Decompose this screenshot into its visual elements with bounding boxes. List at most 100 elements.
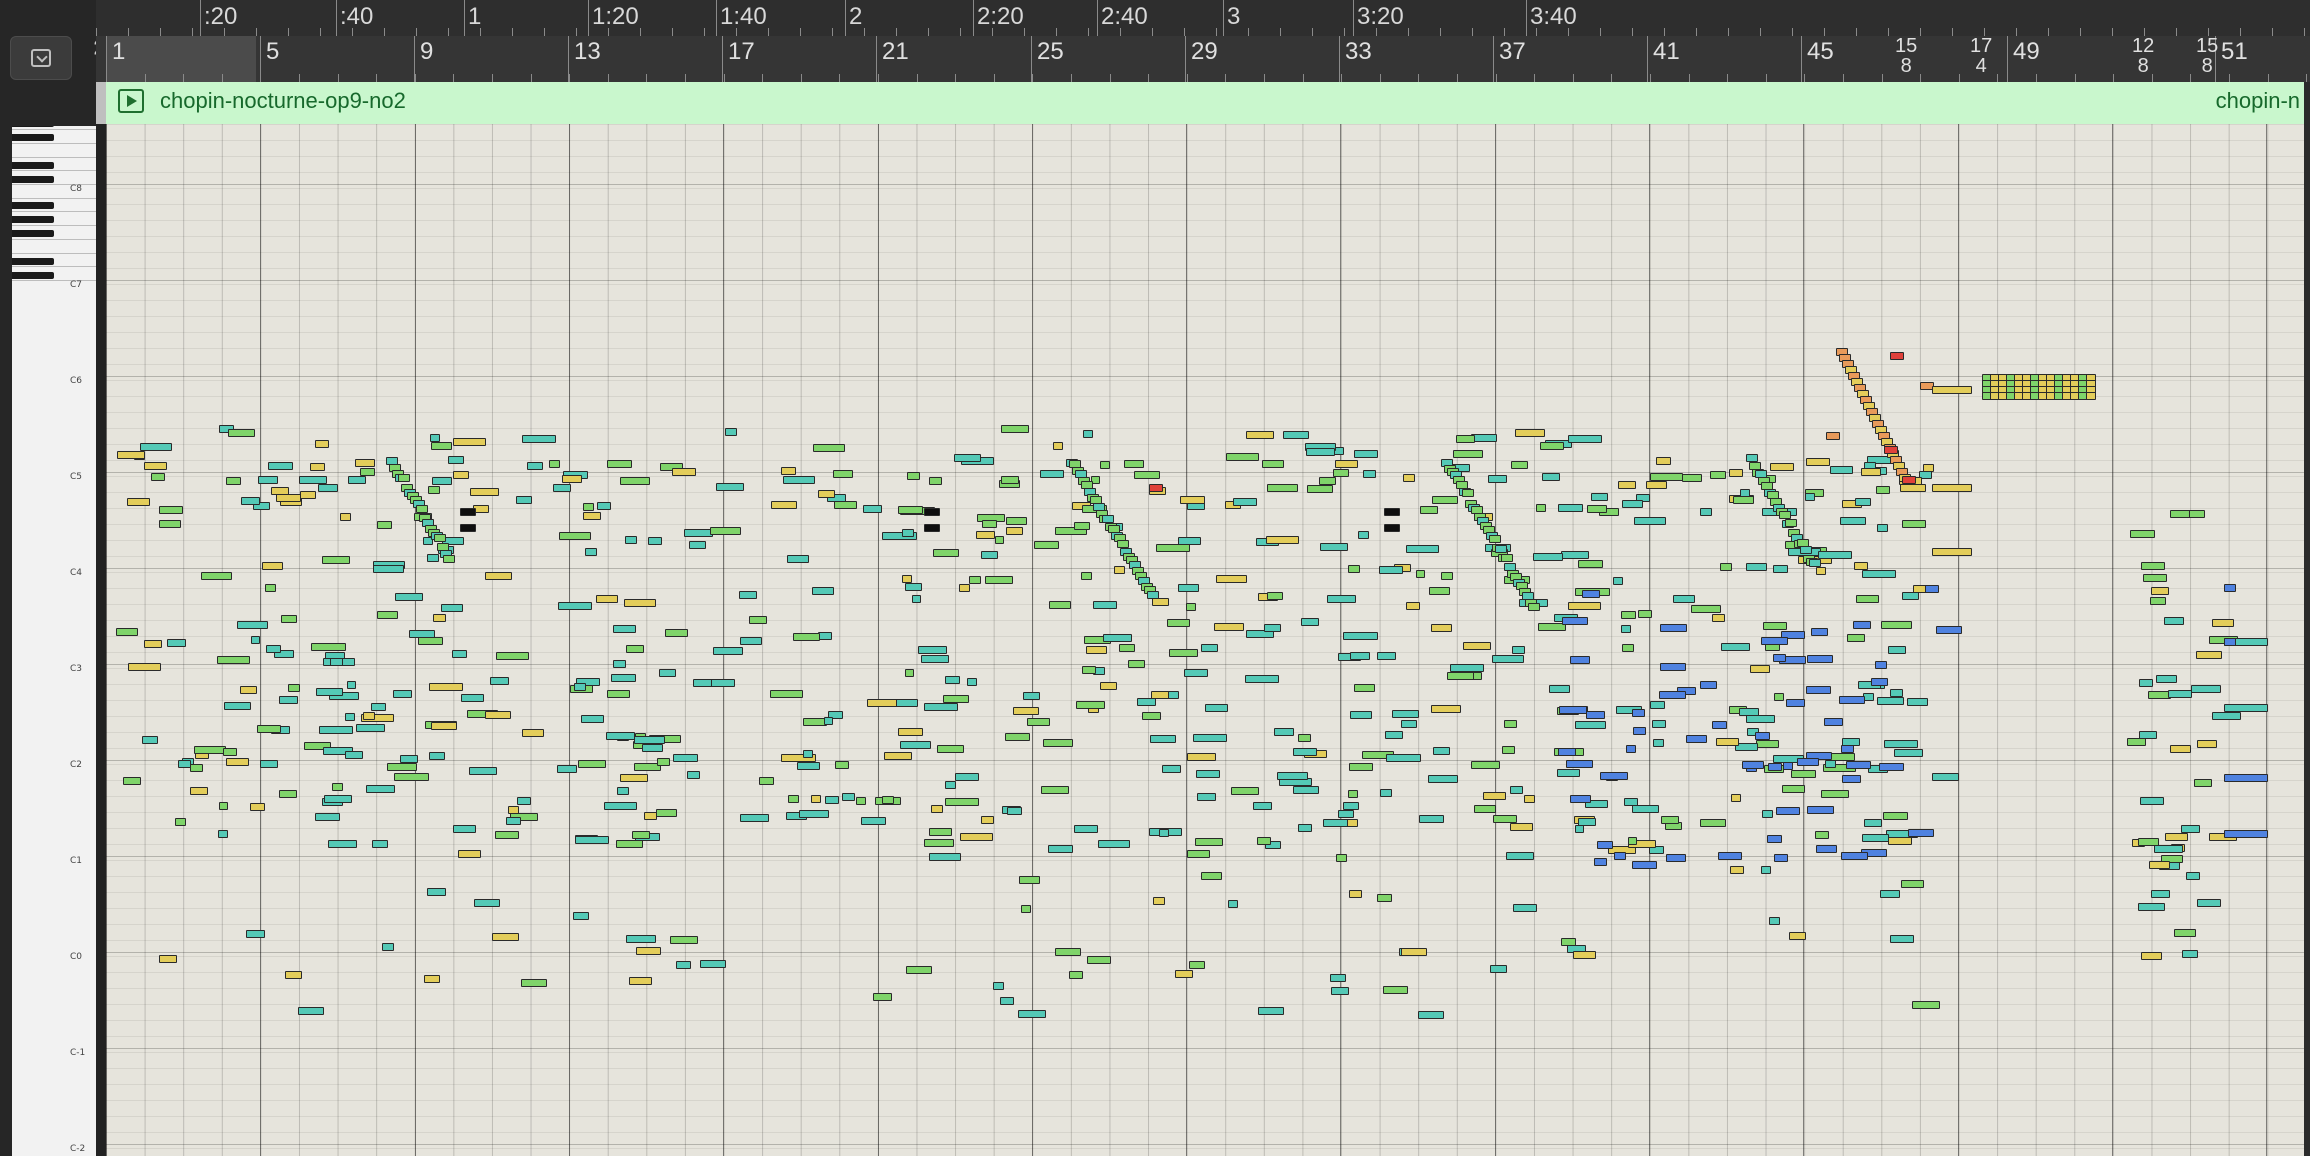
midi-note[interactable]	[1082, 666, 1096, 674]
midi-note[interactable]	[945, 676, 960, 684]
midi-note[interactable]	[1890, 935, 1914, 943]
midi-note[interactable]	[656, 809, 677, 817]
midi-note[interactable]	[1862, 570, 1896, 578]
midi-note[interactable]	[811, 795, 821, 803]
midi-note[interactable]	[740, 637, 762, 645]
midi-note[interactable]	[1768, 763, 1782, 771]
midi-note[interactable]	[1733, 496, 1754, 504]
midi-note[interactable]	[1568, 435, 1602, 443]
midi-note[interactable]	[1350, 711, 1372, 719]
midi-note[interactable]	[1495, 545, 1507, 553]
midi-note[interactable]	[1773, 654, 1786, 662]
midi-note[interactable]	[1650, 701, 1665, 709]
midi-note[interactable]	[1816, 845, 1837, 853]
midi-note[interactable]	[1168, 691, 1179, 699]
midi-note[interactable]	[1512, 646, 1525, 654]
midi-note[interactable]	[328, 840, 357, 848]
midi-note[interactable]	[2164, 617, 2184, 625]
midi-note[interactable]	[687, 771, 700, 779]
midi-note[interactable]	[1739, 708, 1759, 716]
midi-note[interactable]	[1510, 823, 1533, 831]
midi-note[interactable]	[1100, 461, 1110, 469]
midi-note[interactable]	[1540, 442, 1564, 450]
midi-note[interactable]	[1557, 769, 1580, 777]
midi-note[interactable]	[781, 467, 796, 475]
midi-note[interactable]	[433, 614, 446, 622]
midi-note[interactable]	[1377, 652, 1396, 660]
midi-note[interactable]	[710, 527, 741, 535]
midi-note[interactable]	[657, 758, 670, 766]
midi-note[interactable]	[1653, 739, 1664, 747]
midi-note[interactable]	[1718, 852, 1742, 860]
midi-note[interactable]	[1049, 601, 1071, 609]
midi-note[interactable]	[1855, 498, 1871, 506]
midi-note[interactable]	[912, 595, 921, 603]
midi-note[interactable]	[1638, 610, 1652, 618]
midi-note[interactable]	[2224, 584, 2236, 592]
midi-note[interactable]	[1549, 685, 1570, 693]
midi-note[interactable]	[581, 715, 604, 723]
midi-note[interactable]	[228, 429, 255, 437]
midi-note[interactable]	[1710, 471, 1726, 479]
midi-note[interactable]	[1716, 738, 1739, 746]
midi-note[interactable]	[490, 677, 509, 685]
midi-note[interactable]	[1646, 481, 1667, 489]
midi-note[interactable]	[898, 728, 923, 736]
midi-note[interactable]	[1267, 484, 1298, 492]
midi-note[interactable]	[167, 639, 186, 647]
midi-note[interactable]	[1815, 831, 1829, 839]
midi-note[interactable]	[1081, 572, 1092, 580]
midi-note[interactable]	[1385, 731, 1403, 739]
midi-note[interactable]	[485, 711, 511, 719]
black-key[interactable]	[12, 202, 54, 209]
midi-note[interactable]	[2130, 530, 2155, 538]
midi-note[interactable]	[1568, 602, 1601, 610]
midi-note[interactable]	[1053, 442, 1063, 450]
midi-note[interactable]	[1839, 696, 1865, 704]
midi-note[interactable]	[1558, 504, 1583, 512]
midi-note[interactable]	[347, 681, 356, 689]
midi-note[interactable]	[1100, 682, 1117, 690]
midi-note[interactable]	[1333, 469, 1349, 477]
midi-note[interactable]	[575, 836, 609, 844]
midi-note[interactable]	[1006, 527, 1023, 535]
midi-note[interactable]	[2196, 651, 2222, 659]
midi-note[interactable]	[624, 599, 656, 607]
midi-note[interactable]	[460, 524, 476, 532]
midi-note[interactable]	[834, 501, 857, 509]
midi-note[interactable]	[371, 703, 386, 711]
midi-note[interactable]	[1510, 786, 1523, 794]
midi-note[interactable]	[345, 751, 363, 759]
midi-note[interactable]	[2212, 619, 2234, 627]
midi-note[interactable]	[1721, 643, 1750, 651]
midi-note[interactable]	[144, 462, 167, 470]
midi-note[interactable]	[833, 470, 853, 478]
midi-note[interactable]	[1358, 531, 1369, 539]
midi-note[interactable]	[578, 760, 606, 768]
midi-note[interactable]	[583, 512, 601, 520]
midi-note[interactable]	[921, 655, 949, 663]
midi-note[interactable]	[1000, 997, 1014, 1005]
midi-note[interactable]	[1184, 669, 1208, 677]
midi-note[interactable]	[1877, 697, 1904, 705]
midi-note[interactable]	[1622, 644, 1634, 652]
midi-note[interactable]	[611, 674, 636, 682]
midi-note[interactable]	[251, 636, 260, 644]
midi-note[interactable]	[128, 663, 161, 671]
midi-note[interactable]	[257, 725, 281, 733]
midi-note[interactable]	[558, 602, 592, 610]
region-start-handle[interactable]	[96, 82, 106, 124]
midi-note[interactable]	[632, 831, 650, 839]
midi-note[interactable]	[1729, 469, 1743, 477]
midi-note[interactable]	[460, 508, 476, 516]
midi-note[interactable]	[931, 805, 943, 813]
midi-note[interactable]	[985, 576, 1013, 584]
midi-note[interactable]	[1779, 511, 1791, 519]
midi-note[interactable]	[1293, 748, 1317, 756]
midi-note[interactable]	[918, 646, 947, 654]
midi-note[interactable]	[1245, 675, 1279, 683]
midi-note[interactable]	[900, 741, 931, 749]
midi-note[interactable]	[1871, 678, 1888, 686]
midi-note[interactable]	[1253, 802, 1272, 810]
midi-note[interactable]	[1093, 601, 1117, 609]
